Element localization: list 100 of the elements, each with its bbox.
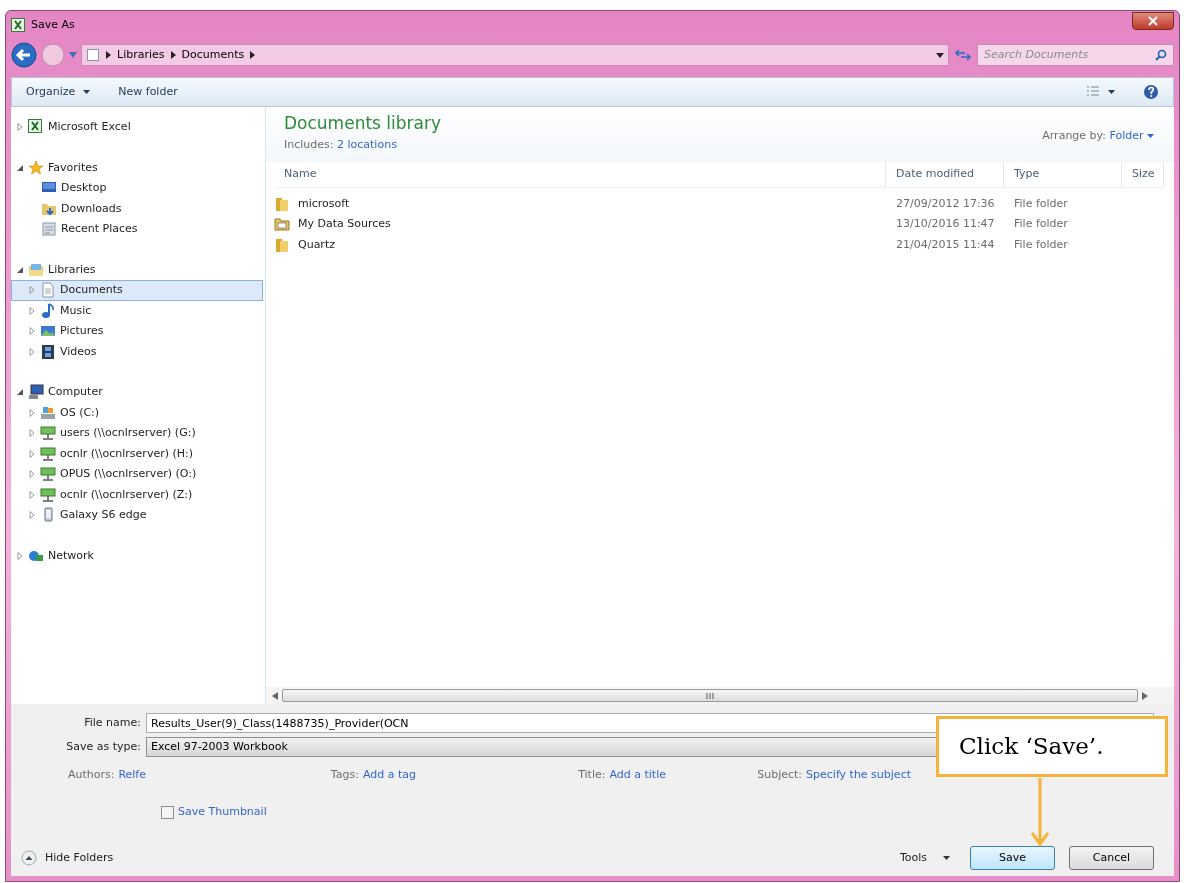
sidebar-item[interactable]: OS (C:) <box>11 402 263 423</box>
collapsed-arrow-icon[interactable] <box>28 490 36 499</box>
metadata-link[interactable]: Add a tag <box>362 766 416 784</box>
column-header[interactable]: Size <box>1132 165 1155 183</box>
chevron-icon[interactable] <box>106 51 111 59</box>
caret-icon <box>1108 90 1115 94</box>
collapsed-arrow-icon[interactable] <box>28 429 36 438</box>
sidebar-item[interactable]: Desktop <box>11 178 263 199</box>
breadcrumb[interactable]: Documents <box>181 46 245 64</box>
sidebar-item[interactable]: Galaxy S6 edge <box>11 505 263 526</box>
scroll-right-icon[interactable] <box>1142 691 1148 700</box>
sidebar-item[interactable]: Microsoft Excel <box>11 117 263 138</box>
collapsed-arrow-icon[interactable] <box>28 327 36 336</box>
includes-label: Includes: <box>284 138 334 151</box>
folder-icon[interactable] <box>274 236 290 253</box>
new-folder-button[interactable]: New folder <box>118 83 178 101</box>
music-note-icon <box>40 302 56 319</box>
chevron-icon[interactable] <box>250 51 256 59</box>
collapsed-arrow-icon[interactable] <box>28 449 36 458</box>
save-button[interactable]: Save <box>970 846 1055 870</box>
hard-drive-icon <box>40 404 56 421</box>
arrange-dropdown[interactable]: Folder <box>1109 129 1154 142</box>
metadata-link[interactable]: Relfe <box>118 766 146 784</box>
locations-link[interactable]: 2 locations <box>337 138 397 151</box>
window-title: Save As <box>31 16 75 33</box>
metadata-label: Subject: <box>757 766 803 783</box>
sidebar-item[interactable]: users (\\ocnlrserver) (G:) <box>11 423 263 444</box>
horizontal-scrollbar[interactable] <box>282 689 1138 702</box>
breadcrumb[interactable]: Libraries <box>117 46 165 64</box>
folder-icon[interactable] <box>274 195 290 212</box>
metadata-link[interactable]: Add a title <box>609 766 666 784</box>
sidebar-item[interactable]: Computer <box>11 382 263 403</box>
chevron-icon[interactable] <box>170 51 176 59</box>
expanded-arrow-icon[interactable] <box>16 388 24 397</box>
expanded-arrow-icon[interactable] <box>16 163 24 172</box>
help-icon[interactable] <box>1143 84 1159 100</box>
sidebar-item[interactable]: Pictures <box>11 321 263 342</box>
organize-menu[interactable]: Organize <box>26 83 91 101</box>
expanded-arrow-icon[interactable] <box>16 265 24 274</box>
sidebar-item[interactable]: Network <box>11 545 263 566</box>
network-drive-icon <box>40 445 56 462</box>
tools-menu[interactable]: Tools <box>899 849 950 867</box>
sidebar-item[interactable]: ocnlr (\\ocnlrserver) (Z:) <box>11 484 263 505</box>
recent-places-icon <box>41 221 57 238</box>
dropdown-icon[interactable] <box>936 52 944 58</box>
metadata-label: Tags: <box>330 766 359 783</box>
collapsed-arrow-icon[interactable] <box>28 347 36 356</box>
file-type: File folder <box>1014 217 1068 230</box>
thumbnail-checkbox[interactable] <box>161 805 174 819</box>
field-label: Save as type: <box>65 738 141 755</box>
sidebar-item[interactable]: Videos <box>11 341 263 362</box>
sidebar-item[interactable]: OPUS (\\ocnlrserver) (O:) <box>11 464 263 485</box>
date-modified: 13/10/2016 11:47 <box>895 216 996 232</box>
collapsed-arrow-icon[interactable] <box>28 306 36 315</box>
view-list-icon <box>1086 86 1100 98</box>
address-bar[interactable]: Libraries Documents <box>81 44 949 66</box>
metadata-label: Title: <box>578 766 606 783</box>
sidebar-item[interactable]: Recent Places <box>11 219 263 240</box>
search-icon <box>1155 49 1167 61</box>
metadata-link[interactable]: Specify the subject <box>806 766 911 784</box>
sidebar-item[interactable]: Music <box>11 300 263 321</box>
collapsed-arrow-icon[interactable] <box>28 408 36 417</box>
hide-folders-button[interactable]: Hide Folders <box>21 849 114 867</box>
close-button[interactable] <box>1132 12 1174 30</box>
collapsed-arrow-icon[interactable] <box>28 470 36 479</box>
file-name[interactable]: My Data Sources <box>298 216 391 233</box>
sidebar-item[interactable]: Downloads <box>11 198 263 219</box>
arrange-label: Arrange by: <box>1042 129 1106 142</box>
date-modified: 27/09/2012 17:36 <box>895 195 996 212</box>
file-name[interactable]: Quartz <box>298 236 335 253</box>
document-icon <box>40 282 56 299</box>
metadata-label: Authors: <box>67 766 115 783</box>
file-type: File folder <box>1014 196 1068 210</box>
thumbnail-label[interactable]: Save Thumbnail <box>178 803 267 821</box>
collapsed-arrow-icon[interactable] <box>28 511 36 520</box>
sidebar-item[interactable]: Libraries <box>11 259 263 280</box>
data-folder-icon[interactable] <box>274 216 290 233</box>
column-header[interactable]: Date modified <box>896 165 974 183</box>
cancel-button[interactable]: Cancel <box>1069 846 1154 870</box>
star-icon <box>28 159 44 176</box>
back-icon[interactable] <box>11 42 37 68</box>
collapsed-arrow-icon[interactable] <box>16 123 24 132</box>
film-icon <box>40 343 56 360</box>
excel-icon <box>11 17 25 32</box>
collapsed-arrow-icon[interactable] <box>16 551 24 560</box>
sidebar-item[interactable]: Favorites <box>11 157 263 178</box>
pointer-arrow <box>1030 778 1050 846</box>
network-drive-icon <box>40 486 56 503</box>
sidebar-item[interactable]: ocnlr (\\ocnlrserver) (H:) <box>11 443 263 464</box>
history-dropdown-icon[interactable] <box>69 52 77 58</box>
sidebar-item[interactable]: Documents <box>11 280 263 301</box>
scroll-left-icon[interactable] <box>272 691 278 700</box>
library-title: Documents library <box>284 115 442 132</box>
collapsed-arrow-icon[interactable] <box>28 286 36 295</box>
column-header[interactable]: Type <box>1014 165 1040 183</box>
view-options-button[interactable] <box>1086 86 1115 98</box>
excel-icon <box>28 119 44 136</box>
computer-icon <box>28 384 44 401</box>
file-name[interactable]: microsoft <box>298 195 350 212</box>
column-header[interactable]: Name <box>284 165 317 183</box>
